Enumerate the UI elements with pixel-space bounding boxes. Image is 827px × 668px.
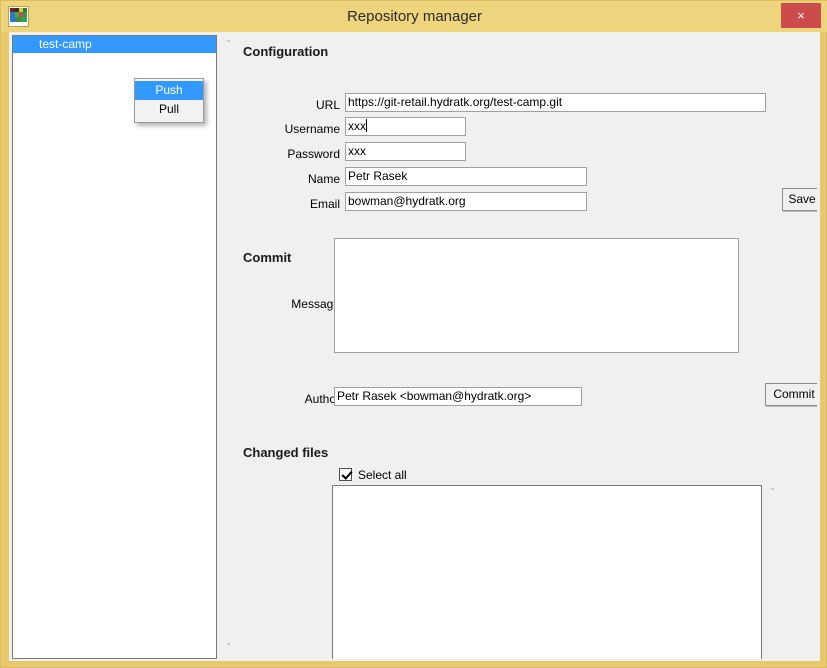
email-input[interactable]: bowman@hydratk.org — [345, 192, 587, 211]
close-button[interactable]: × — [781, 3, 821, 28]
author-label: Author — [304, 392, 340, 406]
select-all-checkbox[interactable]: Select all — [339, 468, 407, 482]
configuration-heading: Configuration — [243, 44, 329, 59]
tree-item-test-camp[interactable]: test-camp — [13, 36, 216, 53]
context-menu[interactable]: Push Pull — [134, 78, 204, 123]
name-label: Name — [307, 172, 340, 186]
client-area: test-camp ˄ ˅ Configuration URL https://… — [9, 32, 820, 661]
url-input[interactable]: https://git-retail.hydratk.org/test-camp… — [345, 93, 766, 112]
menu-item-push[interactable]: Push — [135, 81, 203, 100]
chevron-up-icon[interactable]: ˄ — [220, 37, 237, 54]
changed-files-list[interactable] — [332, 485, 762, 659]
commit-button[interactable]: Commit — [765, 383, 817, 406]
select-all-label: Select all — [358, 468, 407, 482]
username-label: Username — [284, 122, 340, 136]
changed-files-scrollbar[interactable]: ˄ ˅ — [764, 485, 781, 659]
chevron-down-icon[interactable]: ˅ — [220, 640, 237, 657]
commit-heading: Commit — [243, 250, 292, 265]
window-title: Repository manager — [346, 8, 483, 25]
password-input[interactable]: xxx — [345, 142, 466, 161]
repository-tree-panel[interactable]: test-camp — [12, 35, 217, 659]
url-label: URL — [315, 98, 340, 112]
name-input[interactable]: Petr Rasek — [345, 167, 587, 186]
panel-scrollbar[interactable]: ˄ ˅ — [220, 35, 237, 659]
chevron-up-icon[interactable]: ˄ — [764, 485, 781, 502]
checkbox-icon[interactable] — [339, 468, 352, 481]
commit-message-textarea[interactable] — [334, 238, 739, 353]
author-input[interactable]: Petr Rasek <bowman@hydratk.org> — [334, 387, 582, 406]
tree-item-label: test-camp — [39, 37, 92, 51]
username-input[interactable]: xxx — [345, 117, 466, 136]
changed-files-heading: Changed files — [243, 445, 329, 460]
email-label: Email — [309, 197, 340, 211]
password-label: Password — [287, 147, 340, 161]
menu-item-pull[interactable]: Pull — [135, 100, 203, 119]
application-window: Repository manager × test-camp ˄ ˅ Confi… — [0, 0, 827, 668]
configuration-panel: ˄ ˅ Configuration URL https://git-retail… — [220, 35, 817, 659]
title-bar[interactable]: Repository manager × — [1, 1, 827, 32]
save-button[interactable]: Save — [782, 188, 817, 211]
message-label: Message — [291, 297, 340, 311]
